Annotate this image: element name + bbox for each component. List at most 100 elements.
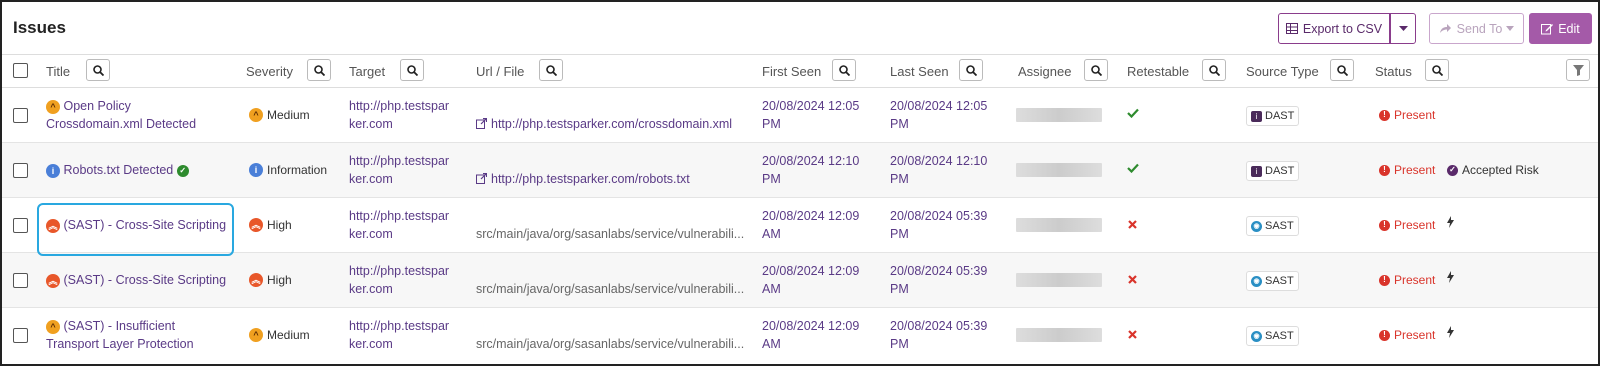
sast-icon: ◉ bbox=[1251, 220, 1262, 232]
status-search-button[interactable] bbox=[1425, 59, 1449, 81]
assignee-search-button[interactable] bbox=[1084, 59, 1108, 81]
medium-severity-icon: ^ bbox=[249, 108, 263, 122]
url-link[interactable]: http://php.testsparker.com/robots.txt bbox=[476, 170, 756, 188]
table-row[interactable]: ︽ (SAST) - Cross-Site Scripting ︽ High h… bbox=[2, 253, 1598, 308]
info-severity-icon: i bbox=[249, 163, 263, 177]
source-type-badge: ◉ SAST bbox=[1246, 271, 1299, 291]
verified-check-icon: ✓ bbox=[176, 164, 189, 177]
cross-icon bbox=[1128, 216, 1137, 234]
page-title: Issues bbox=[13, 18, 66, 37]
source-type-badge: ◉ SAST bbox=[1246, 216, 1299, 236]
target-link[interactable]: http://php.testspar ker.com bbox=[349, 207, 459, 243]
export-csv-label: Export to CSV bbox=[1302, 21, 1383, 36]
search-icon bbox=[545, 64, 557, 76]
table-row[interactable]: ^ (SAST) - Insufficient Transport Layer … bbox=[2, 308, 1598, 363]
column-assignee: Assignee bbox=[1018, 64, 1072, 79]
issue-title-link[interactable]: ^ Open Policy Crossdomain.xml Detected bbox=[46, 97, 228, 133]
last-seen-date: 20/08/2024 12:10 PM bbox=[890, 154, 988, 186]
alert-icon: ! bbox=[1379, 274, 1390, 286]
column-title: Title bbox=[46, 64, 71, 79]
sast-icon: ◉ bbox=[1251, 330, 1262, 342]
search-icon bbox=[1336, 64, 1348, 76]
issues-panel: Issues Export to CSV Send To Edit Title … bbox=[0, 0, 1600, 366]
send-to-button[interactable]: Send To bbox=[1429, 13, 1524, 44]
edit-icon bbox=[1541, 23, 1554, 34]
search-icon bbox=[1431, 64, 1443, 76]
alert-icon: ! bbox=[1379, 164, 1390, 176]
last-seen-date: 20/08/2024 05:39 PM bbox=[890, 264, 988, 296]
export-options-dropdown[interactable] bbox=[1390, 13, 1416, 44]
search-icon bbox=[1208, 64, 1220, 76]
lightning-icon bbox=[1447, 326, 1454, 338]
last-seen-search-button[interactable] bbox=[959, 59, 983, 81]
severity-badge: ︽ High bbox=[249, 216, 292, 234]
issue-title-link[interactable]: ︽ (SAST) - Cross-Site Scripting bbox=[46, 271, 228, 289]
severity-badge: ︽ High bbox=[249, 271, 292, 289]
column-last-seen: Last Seen bbox=[890, 64, 949, 79]
table-row[interactable]: i Robots.txt Detected ✓ i Information ht… bbox=[2, 143, 1598, 198]
first-seen-date: 20/08/2024 12:09 AM bbox=[762, 209, 860, 241]
row-checkbox[interactable] bbox=[13, 218, 28, 233]
target-search-button[interactable] bbox=[400, 59, 424, 81]
alert-icon: ! bbox=[1379, 219, 1390, 231]
edit-button[interactable]: Edit bbox=[1529, 13, 1592, 44]
accepted-risk-label: ✓ Accepted Risk bbox=[1447, 161, 1539, 179]
last-seen-date: 20/08/2024 05:39 PM bbox=[890, 209, 988, 241]
status-label: ! Present bbox=[1379, 216, 1435, 234]
search-icon bbox=[92, 64, 104, 76]
check-icon bbox=[1127, 160, 1139, 178]
high-severity-icon: ︽ bbox=[249, 273, 263, 287]
target-link[interactable]: http://php.testspar ker.com bbox=[349, 97, 459, 133]
target-link[interactable]: http://php.testspar ker.com bbox=[349, 317, 459, 353]
status-label: ! Present bbox=[1379, 161, 1435, 179]
first-seen-date: 20/08/2024 12:09 AM bbox=[762, 264, 860, 296]
column-source-type: Source Type bbox=[1246, 64, 1319, 79]
row-checkbox[interactable] bbox=[13, 273, 28, 288]
issue-title-link[interactable]: i Robots.txt Detected ✓ bbox=[46, 161, 228, 179]
file-path: src/main/java/org/sasanlabs/service/vuln… bbox=[476, 227, 745, 241]
assignee-placeholder bbox=[1016, 108, 1102, 122]
filter-icon bbox=[1572, 64, 1584, 76]
issue-title-link[interactable]: ^ (SAST) - Insufficient Transport Layer … bbox=[46, 317, 228, 353]
table-row[interactable]: ︽ (SAST) - Cross-Site Scripting ︽ High h… bbox=[2, 198, 1598, 253]
table-row[interactable]: ^ Open Policy Crossdomain.xml Detected ^… bbox=[2, 88, 1598, 143]
search-icon bbox=[965, 64, 977, 76]
lightning-icon bbox=[1447, 216, 1454, 228]
title-search-button[interactable] bbox=[86, 59, 110, 81]
high-severity-icon: ︽ bbox=[249, 218, 263, 232]
dast-icon: i bbox=[1251, 110, 1262, 122]
column-target: Target bbox=[349, 64, 386, 79]
url-search-button[interactable] bbox=[539, 59, 563, 81]
file-path: src/main/java/org/sasanlabs/service/vuln… bbox=[476, 282, 745, 296]
url-link[interactable]: http://php.testsparker.com/crossdomain.x… bbox=[476, 115, 756, 133]
retestable-search-button[interactable] bbox=[1202, 59, 1226, 81]
high-severity-icon: ︽ bbox=[46, 273, 60, 288]
row-checkbox[interactable] bbox=[13, 163, 28, 178]
severity-search-button[interactable] bbox=[307, 59, 331, 81]
severity-badge: ^ Medium bbox=[249, 326, 310, 344]
status-label: ! Present bbox=[1379, 326, 1435, 344]
row-checkbox[interactable] bbox=[13, 328, 28, 343]
filter-button[interactable] bbox=[1566, 59, 1590, 81]
severity-badge: i Information bbox=[249, 161, 327, 179]
target-link[interactable]: http://php.testspar ker.com bbox=[349, 262, 459, 298]
assignee-placeholder bbox=[1016, 163, 1102, 177]
column-severity: Severity bbox=[246, 64, 293, 79]
search-icon bbox=[1090, 64, 1102, 76]
target-link[interactable]: http://php.testspar ker.com bbox=[349, 152, 459, 188]
last-seen-date: 20/08/2024 12:05 PM bbox=[890, 99, 988, 131]
row-checkbox[interactable] bbox=[13, 108, 28, 123]
table-header: Title Severity Target Url / File First S… bbox=[2, 54, 1598, 88]
column-retestable: Retestable bbox=[1127, 64, 1190, 79]
file-path: src/main/java/org/sasanlabs/service/vuln… bbox=[476, 337, 745, 351]
export-csv-button[interactable]: Export to CSV bbox=[1278, 13, 1390, 44]
assignee-placeholder bbox=[1016, 328, 1102, 342]
caret-down-icon bbox=[1398, 25, 1408, 31]
check-icon bbox=[1127, 105, 1139, 123]
source-type-badge: i DAST bbox=[1246, 106, 1300, 126]
source-type-search-button[interactable] bbox=[1330, 59, 1354, 81]
sast-icon: ◉ bbox=[1251, 275, 1262, 287]
first-seen-search-button[interactable] bbox=[832, 59, 856, 81]
select-all-checkbox[interactable] bbox=[13, 63, 28, 78]
source-type-badge: ◉ SAST bbox=[1246, 326, 1299, 346]
